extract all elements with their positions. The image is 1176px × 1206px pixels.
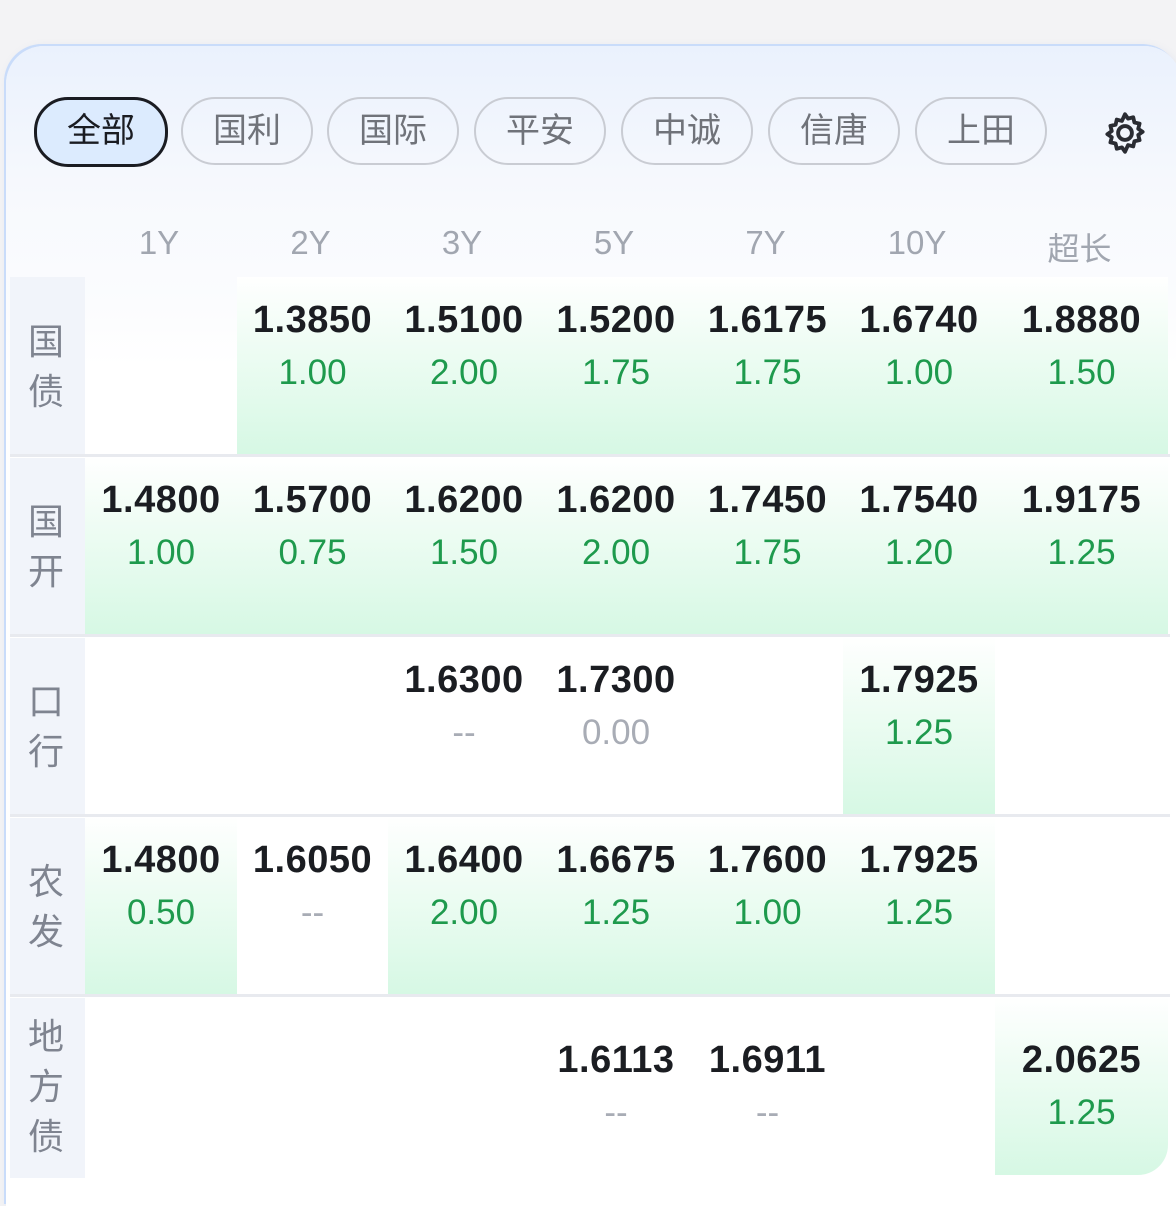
- yield-change: 2.00: [429, 893, 499, 932]
- column-header: 2Y: [290, 224, 331, 261]
- yield-cell[interactable]: 1.7300 0.00: [540, 637, 692, 815]
- yield-change: --: [604, 1093, 628, 1132]
- yield-cell[interactable]: 1.4800 1.00: [85, 457, 237, 635]
- yield-cell[interactable]: 1.7925 1.25: [843, 817, 995, 995]
- yield-cell[interactable]: 1.5700 0.75: [237, 457, 388, 635]
- column-header: 超长: [1047, 230, 1112, 268]
- yield-cell[interactable]: 1.5200 1.75: [540, 277, 692, 455]
- row-label: 地方债: [27, 1017, 64, 1158]
- yield-cell[interactable]: 1.6675 1.25: [540, 817, 692, 995]
- yield-change: 1.00: [126, 533, 196, 572]
- row-label: 国开: [27, 502, 64, 593]
- yield-rate: 1.6113: [557, 1039, 675, 1081]
- column-header: 7Y: [745, 224, 786, 261]
- yield-cell[interactable]: 1.3850 1.00: [237, 277, 388, 455]
- yield-cell[interactable]: 1.6200 2.00: [540, 457, 692, 635]
- yield-change: 1.20: [884, 533, 954, 572]
- tab-6[interactable]: 上田: [915, 97, 1047, 165]
- yield-cell[interactable]: 1.6911 --: [692, 997, 843, 1175]
- yield-cell[interactable]: 1.4800 0.50: [85, 817, 237, 995]
- tab-0[interactable]: 全部: [34, 97, 168, 167]
- column-header: 1Y: [138, 224, 180, 261]
- yield-change: 1.25: [581, 893, 651, 932]
- yield-rate: 1.6675: [556, 839, 676, 881]
- yield-change: 1.50: [429, 533, 499, 572]
- yield-cell[interactable]: 1.7450 1.75: [692, 457, 843, 635]
- yield-rate: 1.6300: [404, 659, 524, 701]
- yield-rate: 1.3850: [252, 299, 373, 341]
- yield-cell[interactable]: 1.6740 1.00: [843, 277, 995, 455]
- yield-rate: 1.4800: [101, 479, 221, 521]
- yield-cell[interactable]: 1.5100 2.00: [388, 277, 540, 455]
- yield-rate: 2.0625: [1021, 1039, 1142, 1081]
- yield-rate: 1.4800: [101, 839, 221, 881]
- yield-cell[interactable]: 1.6200 1.50: [388, 457, 540, 635]
- yield-rate: 1.8880: [1021, 299, 1142, 341]
- row-label: 农发: [27, 862, 64, 953]
- yield-rate: 1.6200: [556, 479, 676, 521]
- yield-cell[interactable]: 1.6050 --: [237, 817, 388, 995]
- yield-rate: 1.5200: [556, 299, 676, 341]
- yield-change: 0.75: [278, 533, 347, 572]
- yield-rate: 1.7450: [707, 479, 828, 521]
- tab-2[interactable]: 国际: [327, 97, 459, 165]
- yield-change: --: [755, 1093, 780, 1132]
- yield-change: 1.75: [733, 533, 802, 572]
- yield-cell[interactable]: 1.7925 1.25: [843, 637, 995, 815]
- yield-rate: 1.7300: [556, 659, 676, 701]
- row-label: 国债: [27, 322, 64, 413]
- yield-cell[interactable]: 1.7540 1.20: [843, 457, 995, 635]
- column-header: 10Y: [887, 224, 947, 261]
- yield-change: 1.25: [1047, 1093, 1116, 1132]
- yield-change: 1.25: [884, 713, 954, 752]
- yield-change: --: [452, 713, 476, 752]
- yield-change: 1.25: [1047, 533, 1116, 572]
- yield-change: 1.50: [1047, 353, 1116, 392]
- yield-change: 1.25: [884, 893, 954, 932]
- yield-cell[interactable]: 1.6113 --: [540, 997, 692, 1175]
- yield-cell[interactable]: 1.8880 1.50: [995, 277, 1168, 455]
- column-header: 3Y: [441, 224, 483, 261]
- gear-icon[interactable]: [1102, 110, 1148, 156]
- yield-rate: 1.7925: [859, 659, 979, 701]
- yield-change: --: [300, 893, 325, 932]
- yield-rate: 1.7540: [859, 479, 979, 521]
- yield-change: 2.00: [581, 533, 651, 572]
- yield-rate: 1.9175: [1021, 479, 1142, 521]
- yield-cell[interactable]: 1.6400 2.00: [388, 817, 540, 995]
- yield-rate: 1.7600: [707, 839, 828, 881]
- tab-5[interactable]: 信唐: [768, 97, 900, 165]
- yield-rate: 1.6200: [404, 479, 524, 521]
- row-label: 口行: [27, 682, 64, 773]
- yield-rate: 1.6740: [859, 299, 979, 341]
- yield-change: 1.00: [733, 893, 802, 932]
- yield-cell[interactable]: 1.7600 1.00: [692, 817, 843, 995]
- column-header: 5Y: [593, 224, 635, 261]
- tab-1[interactable]: 国利: [181, 97, 313, 165]
- yield-rate: 1.6050: [252, 839, 373, 881]
- yield-change: 1.75: [733, 353, 802, 392]
- yield-cell[interactable]: 1.6300 --: [388, 637, 540, 815]
- yield-cell[interactable]: 2.0625 1.25: [995, 997, 1168, 1175]
- yield-change: 1.75: [581, 353, 651, 392]
- tab-4[interactable]: 中诚: [621, 97, 753, 165]
- yield-rate: 1.6400: [404, 839, 524, 881]
- yield-rate: 1.5700: [252, 479, 373, 521]
- tab-3[interactable]: 平安: [474, 97, 606, 165]
- yield-change: 0.00: [581, 713, 651, 752]
- yield-cell[interactable]: 1.9175 1.25: [995, 457, 1168, 635]
- yield-change: 0.50: [126, 893, 196, 932]
- yield-rate: 1.5100: [404, 299, 524, 341]
- yield-change: 2.00: [429, 353, 499, 392]
- yield-rate: 1.6175: [707, 299, 828, 341]
- yield-rate: 1.6911: [708, 1039, 827, 1081]
- yield-change: 1.00: [278, 353, 347, 392]
- yield-change: 1.00: [884, 353, 954, 392]
- yield-rate: 1.7925: [859, 839, 979, 881]
- yield-cell[interactable]: 1.6175 1.75: [692, 277, 843, 455]
